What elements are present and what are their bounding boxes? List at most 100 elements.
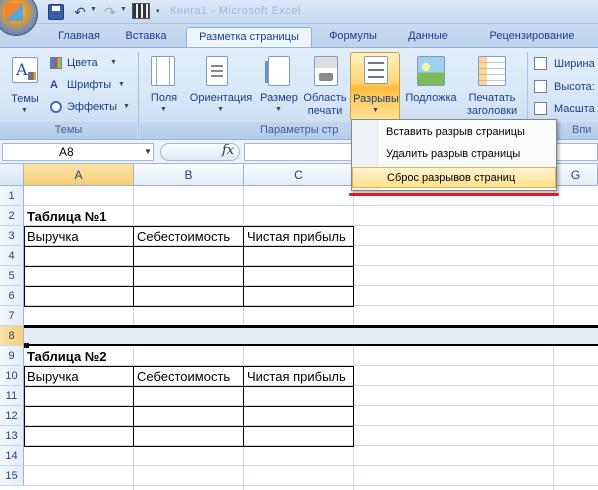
- cell-c3[interactable]: Чистая прибыль: [245, 227, 346, 247]
- print-titles-button[interactable]: Печатать заголовки: [462, 54, 522, 120]
- select-all-corner[interactable]: [0, 164, 24, 186]
- row-header[interactable]: 7: [0, 306, 24, 326]
- red-emphasis-underline: [349, 193, 559, 196]
- print-area-label-1: Область: [303, 92, 347, 104]
- chevron-down-icon: ▼: [275, 106, 282, 113]
- table-line: [243, 226, 244, 307]
- chevron-down-icon: ▼: [123, 103, 130, 110]
- width-icon: [534, 57, 547, 70]
- selected-row: [24, 326, 598, 346]
- size-button[interactable]: Размер ▼: [258, 54, 300, 120]
- column-header-c[interactable]: C: [244, 164, 354, 186]
- cell-b10[interactable]: Себестоимость: [135, 367, 230, 387]
- menu-item-remove-page-break[interactable]: Удалить разрыв страницы: [352, 144, 556, 165]
- themes-group-label: Темы: [0, 122, 137, 139]
- undo-dropdown-icon[interactable]: ▼: [90, 6, 97, 13]
- themes-button[interactable]: A Темы ▼: [8, 55, 42, 121]
- print-area-button[interactable]: Область печати: [302, 54, 348, 120]
- insert-function-icon[interactable]: fx: [222, 143, 234, 158]
- scale-label: Масшта: [554, 103, 595, 115]
- chevron-down-icon: ▼: [110, 59, 117, 66]
- row-header[interactable]: 12: [0, 406, 24, 426]
- margins-button[interactable]: Поля ▼: [146, 54, 182, 120]
- row-header[interactable]: 3: [0, 226, 24, 246]
- name-box[interactable]: A8: [2, 143, 154, 161]
- breaks-label: Разрывы: [353, 93, 399, 105]
- width-label: Ширина: [554, 58, 595, 70]
- tab-home[interactable]: Главная: [46, 27, 112, 48]
- redo-dropdown-icon[interactable]: ▼: [120, 6, 127, 13]
- table-line: [24, 426, 354, 427]
- cell-a3[interactable]: Выручка: [25, 227, 79, 247]
- undo-icon[interactable]: ↶: [72, 4, 88, 20]
- table-line: [24, 266, 354, 267]
- gridline: [24, 465, 598, 466]
- row-header[interactable]: 10: [0, 366, 24, 386]
- tab-review[interactable]: Рецензирование: [466, 27, 598, 48]
- cell-c10[interactable]: Чистая прибыль: [245, 367, 346, 387]
- menu-item-reset-page-breaks[interactable]: Сброс разрывов страниц: [352, 167, 556, 188]
- column-header-a[interactable]: A: [24, 164, 134, 186]
- page-setup-label: Параметры стр: [260, 124, 339, 136]
- background-button[interactable]: Подложка: [402, 54, 460, 120]
- row-header[interactable]: 9: [0, 346, 24, 366]
- customize-quick-access-icon[interactable]: ▾: [156, 7, 160, 15]
- effects-icon: [50, 101, 62, 113]
- tab-page-layout[interactable]: Разметка страницы: [186, 27, 312, 48]
- name-box-dropdown-icon[interactable]: ▼: [144, 147, 152, 156]
- menu-item-insert-page-break[interactable]: Вставить разрыв страницы: [352, 122, 556, 143]
- page-break-line: [24, 325, 598, 328]
- row-header[interactable]: 2: [0, 206, 24, 226]
- breaks-dropdown-menu: Вставить разрыв страницы Удалить разрыв …: [351, 119, 557, 191]
- chevron-down-icon: ▼: [160, 106, 167, 113]
- theme-fonts-label: Шрифты: [67, 79, 112, 91]
- table-line: [133, 226, 134, 307]
- cell-a9[interactable]: Таблица №2: [25, 347, 107, 367]
- orientation-button[interactable]: Ориентация ▼: [186, 54, 256, 120]
- tab-formulas[interactable]: Формулы: [318, 27, 388, 48]
- row-header[interactable]: 1: [0, 186, 24, 206]
- quick-access-grid-icon[interactable]: [132, 3, 150, 19]
- theme-colors-label: Цвета: [67, 57, 98, 69]
- size-label: Размер: [260, 92, 298, 104]
- table-line: [24, 406, 354, 407]
- height-label: Высота:: [554, 81, 595, 93]
- save-icon[interactable]: [48, 4, 64, 20]
- group-separator: [138, 52, 139, 138]
- breaks-button[interactable]: Разрывы ▼: [350, 52, 400, 121]
- cell-a10[interactable]: Выручка: [25, 367, 79, 387]
- background-image-icon: [417, 56, 445, 86]
- colors-icon: [50, 57, 62, 69]
- fonts-icon: A: [50, 79, 58, 91]
- redo-icon[interactable]: ↷: [102, 4, 118, 20]
- column-header-b[interactable]: B: [134, 164, 244, 186]
- page-breaks-icon: [364, 56, 388, 84]
- row-header[interactable]: 15: [0, 466, 24, 486]
- orientation-icon: [206, 56, 228, 86]
- background-label: Подложка: [405, 92, 457, 104]
- office-logo-icon: [5, 3, 23, 21]
- scale-icon: [534, 102, 547, 115]
- row-header[interactable]: 11: [0, 386, 24, 406]
- print-titles-icon: [478, 56, 506, 86]
- column-header-g[interactable]: G: [554, 164, 598, 186]
- window-title: Книга1 - Microsoft Excel: [170, 5, 301, 17]
- themes-label: Темы: [11, 93, 39, 105]
- row-header[interactable]: 14: [0, 446, 24, 466]
- tab-data[interactable]: Данные: [396, 27, 460, 48]
- row-header[interactable]: 13: [0, 426, 24, 446]
- margins-icon: [151, 56, 175, 86]
- table-line: [24, 286, 354, 287]
- cell-b3[interactable]: Себестоимость: [135, 227, 230, 247]
- row-header[interactable]: 4: [0, 246, 24, 266]
- size-icon: [265, 56, 290, 86]
- theme-effects-label: Эффекты: [67, 101, 118, 113]
- row-header[interactable]: 5: [0, 266, 24, 286]
- cell-a2[interactable]: Таблица №1: [25, 207, 107, 227]
- height-icon: [534, 80, 547, 93]
- tab-insert[interactable]: Вставка: [114, 27, 178, 48]
- margins-label: Поля: [150, 92, 178, 104]
- gridline: [24, 485, 598, 486]
- row-header[interactable]: 6: [0, 286, 24, 306]
- row-header-selected[interactable]: 8: [0, 326, 24, 346]
